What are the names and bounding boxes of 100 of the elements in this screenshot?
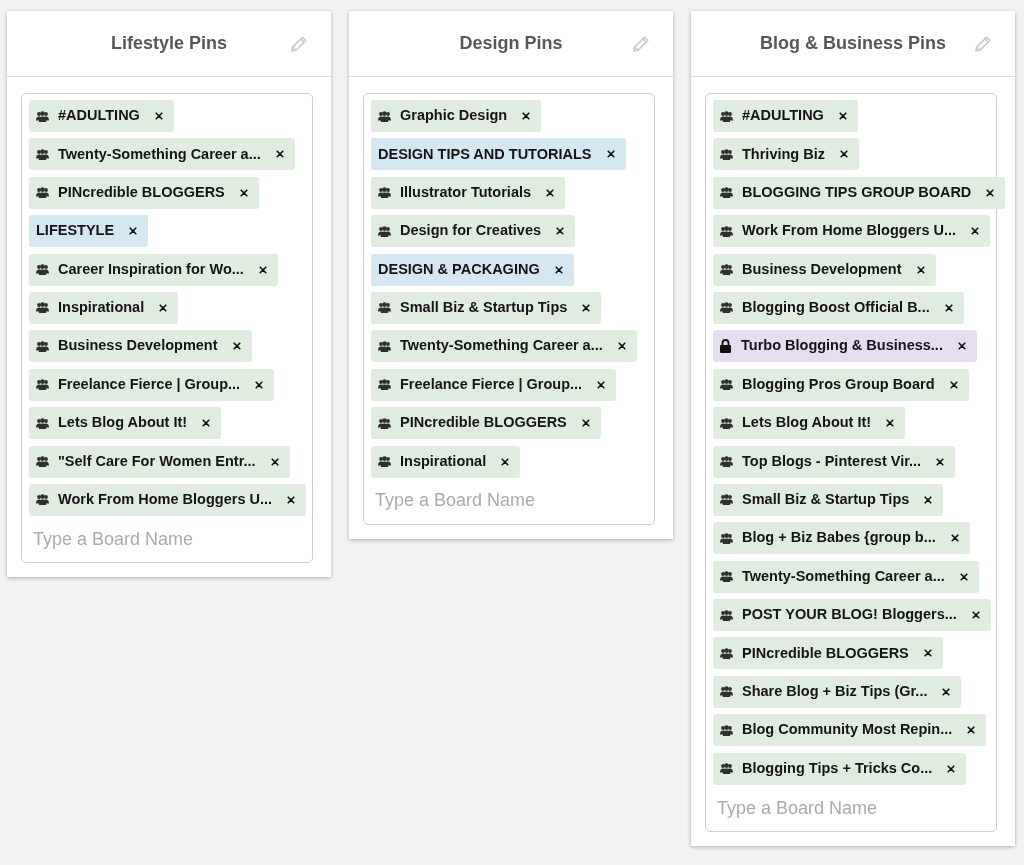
remove-button[interactable]: [152, 110, 165, 122]
group-icon: [720, 456, 733, 467]
close-icon: [239, 188, 248, 197]
tag-label: Twenty-Something Career a...: [58, 144, 261, 164]
remove-button[interactable]: [957, 570, 970, 583]
tag-label: Business Development: [742, 259, 902, 279]
group-icon: [36, 302, 49, 314]
remove-button[interactable]: [948, 532, 961, 545]
remove-button[interactable]: [945, 762, 958, 775]
remove-button[interactable]: [615, 340, 628, 353]
tag-label: Blogging Pros Group Board: [742, 374, 935, 394]
close-icon: [949, 380, 958, 389]
tag-label: PINcredible BLOGGERS: [400, 413, 567, 433]
close-icon: [971, 611, 980, 620]
close-icon: [840, 150, 848, 159]
group-icon: [720, 686, 733, 698]
board-name-input[interactable]: Type a Board Name: [29, 522, 305, 557]
remove-button[interactable]: [544, 186, 557, 199]
close-icon: [556, 227, 565, 236]
close-icon: [202, 419, 211, 428]
close-icon: [154, 112, 163, 120]
pencil-icon: [974, 34, 992, 53]
remove-button[interactable]: [922, 493, 935, 506]
remove-button[interactable]: [838, 148, 850, 161]
board-name-input[interactable]: Type a Board Name: [713, 791, 989, 826]
tag-label: #ADULTING: [742, 106, 824, 126]
remove-button[interactable]: [554, 225, 567, 238]
remove-button[interactable]: [253, 378, 266, 391]
remove-button[interactable]: [499, 455, 512, 468]
group-icon: [36, 187, 49, 199]
group-icon: [720, 264, 733, 276]
tag-label: Graphic Design: [400, 106, 508, 126]
tag-label: "Self Care For Women Entr...: [58, 451, 256, 471]
group-icon: [720, 532, 733, 544]
tag-label: POST YOUR BLOG! Bloggers...: [742, 605, 957, 625]
remove-button[interactable]: [969, 225, 982, 238]
remove-button[interactable]: [268, 455, 281, 468]
remove-button[interactable]: [604, 148, 617, 161]
remove-button[interactable]: [884, 417, 897, 430]
remove-button[interactable]: [200, 417, 213, 430]
remove-button[interactable]: [595, 378, 608, 391]
group-icon: [36, 379, 49, 391]
group-icon: [378, 187, 391, 199]
close-icon: [232, 342, 241, 351]
remove-button[interactable]: [947, 378, 960, 391]
remove-button[interactable]: [836, 110, 849, 122]
close-icon: [944, 303, 953, 312]
remove-button[interactable]: [955, 340, 968, 353]
tag-label: PINcredible BLOGGERS: [742, 643, 909, 663]
group-icon: [720, 148, 733, 160]
remove-button[interactable]: [552, 263, 565, 276]
remove-button[interactable]: [921, 647, 934, 660]
remove-button[interactable]: [940, 685, 953, 698]
tag-label: Small Biz & Startup Tips: [742, 490, 910, 510]
remove-button[interactable]: [914, 263, 927, 276]
tag-label: Turbo Blogging & Business...: [741, 336, 943, 356]
close-icon: [270, 457, 279, 466]
close-icon: [159, 303, 168, 312]
close-icon: [582, 303, 591, 312]
close-icon: [924, 495, 933, 504]
close-icon: [886, 419, 895, 428]
tag-label: Blog Community Most Repin...: [742, 720, 953, 740]
group-icon: [36, 148, 49, 160]
remove-button[interactable]: [157, 301, 170, 314]
tag-label: #ADULTING: [58, 106, 140, 126]
remove-button[interactable]: [230, 340, 243, 353]
remove-button[interactable]: [285, 493, 298, 506]
tag-label: Design for Creatives: [400, 221, 542, 241]
group-icon: [378, 302, 391, 314]
remove-button[interactable]: [127, 225, 140, 238]
remove-button[interactable]: [579, 417, 592, 430]
tag-label: Freelance Fierce | Group...: [400, 374, 583, 394]
lock-icon: [720, 339, 731, 354]
remove-button[interactable]: [942, 301, 955, 314]
remove-button[interactable]: [273, 148, 286, 161]
close-icon: [950, 534, 959, 543]
close-icon: [275, 150, 284, 159]
close-icon: [942, 687, 951, 696]
remove-button[interactable]: [969, 609, 982, 622]
remove-button[interactable]: [256, 263, 269, 276]
tag-label: Top Blogs - Pinterest Vir...: [742, 451, 922, 471]
board-name-input[interactable]: Type a Board Name: [371, 483, 647, 518]
group-icon: [720, 302, 733, 314]
close-icon: [916, 265, 925, 274]
close-icon: [129, 227, 138, 236]
tag-label: Freelance Fierce | Group...: [58, 374, 241, 394]
tag-label: Blog + Biz Babes {group b...: [742, 528, 936, 548]
tag-label: Business Development: [58, 336, 218, 356]
close-icon: [258, 265, 267, 274]
tag-label: Career Inspiration for Wo...: [58, 259, 244, 279]
tag-label: Blogging Boost Official B...: [742, 298, 930, 318]
remove-button[interactable]: [520, 110, 533, 122]
remove-button[interactable]: [965, 724, 978, 737]
remove-button[interactable]: [934, 455, 947, 468]
remove-button[interactable]: [984, 186, 997, 199]
close-icon: [581, 419, 590, 428]
tag-label: DESIGN & PACKAGING: [378, 259, 540, 279]
tag-label: DESIGN TIPS AND TUTORIALS: [378, 144, 592, 164]
remove-button[interactable]: [237, 186, 250, 199]
remove-button[interactable]: [580, 301, 593, 314]
